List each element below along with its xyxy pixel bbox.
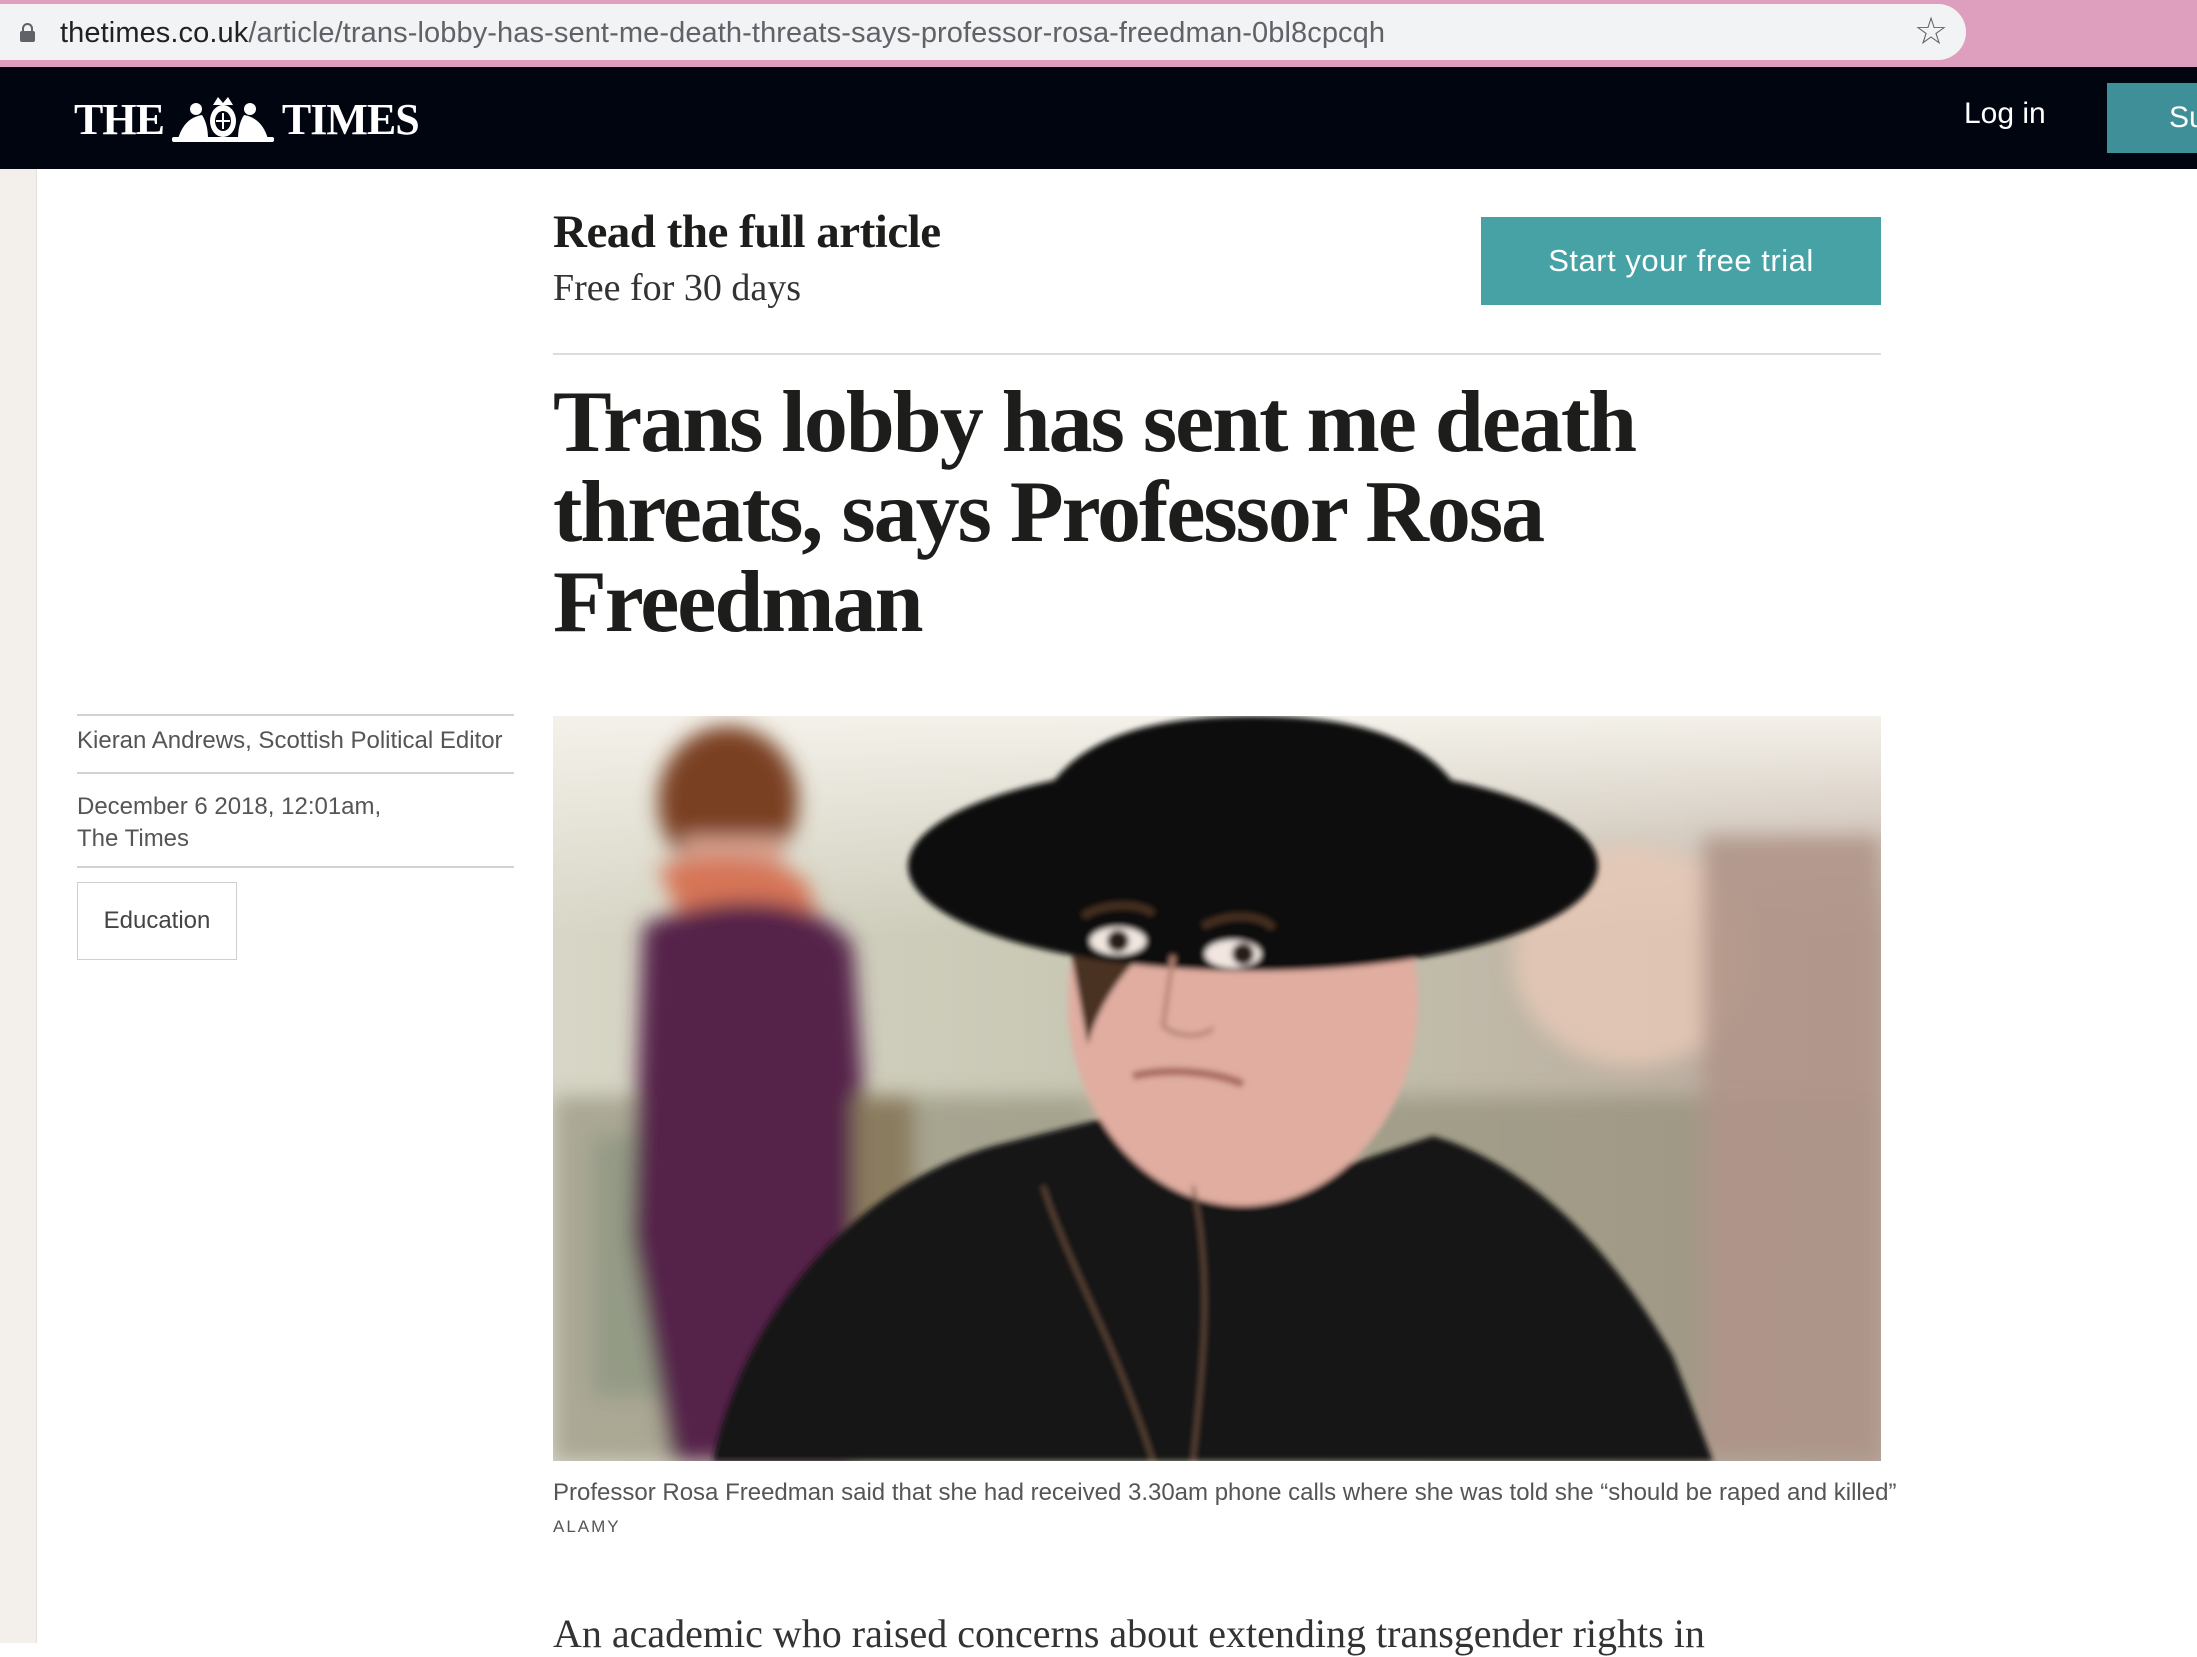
url-domain: thetimes.co.uk: [60, 17, 249, 49]
times-logo[interactable]: THE TIMES: [74, 93, 420, 145]
dateline: December 6 2018, 12:01am, The Times: [77, 791, 381, 855]
photo-credit: ALAMY: [553, 1517, 621, 1536]
meta-divider: [77, 866, 514, 868]
article-headline: Trans lobby has sent me death threats, s…: [553, 374, 1637, 651]
masthead-the: THE: [74, 94, 165, 144]
address-bar[interactable]: thetimes.co.uk/article/trans-lobby-has-s…: [0, 4, 1966, 60]
start-free-trial-button[interactable]: Start your free trial: [1481, 217, 1881, 305]
publish-date: December 6 2018, 12:01am,: [77, 793, 382, 820]
topic-tag-education[interactable]: Education: [77, 882, 237, 960]
subscribe-button[interactable]: Su: [2107, 83, 2197, 153]
byline[interactable]: Kieran Andrews, Scottish Political Edito…: [77, 727, 503, 755]
url-text[interactable]: thetimes.co.uk/article/trans-lobby-has-s…: [60, 17, 1385, 50]
publication-name: The Times: [77, 825, 190, 852]
lock-icon[interactable]: [20, 23, 35, 42]
article-body-first-line: An academic who raised concerns about ex…: [553, 1611, 1705, 1656]
bookmark-star-icon[interactable]: ☆: [1914, 13, 1948, 51]
photo-caption: Professor Rosa Freedman said that she ha…: [553, 1479, 1897, 1506]
meta-divider: [77, 714, 514, 716]
browser-toolbar: thetimes.co.uk/article/trans-lobby-has-s…: [0, 0, 2197, 67]
trial-banner-title: Read the full article: [553, 206, 941, 258]
masthead-times: TIMES: [281, 94, 420, 144]
royal-crest-icon: [171, 97, 274, 142]
login-link[interactable]: Log in: [1964, 97, 2046, 131]
article-photo: [553, 716, 1881, 1461]
meta-divider: [77, 772, 514, 774]
divider: [553, 353, 1881, 355]
left-gutter: [0, 169, 37, 1643]
site-header: THE TIMES Log in Su: [0, 67, 2197, 169]
trial-banner-subtitle: Free for 30 days: [553, 267, 801, 309]
url-path: /article/trans-lobby-has-sent-me-death-t…: [248, 17, 1386, 49]
portrait-photo: [553, 716, 1881, 1461]
